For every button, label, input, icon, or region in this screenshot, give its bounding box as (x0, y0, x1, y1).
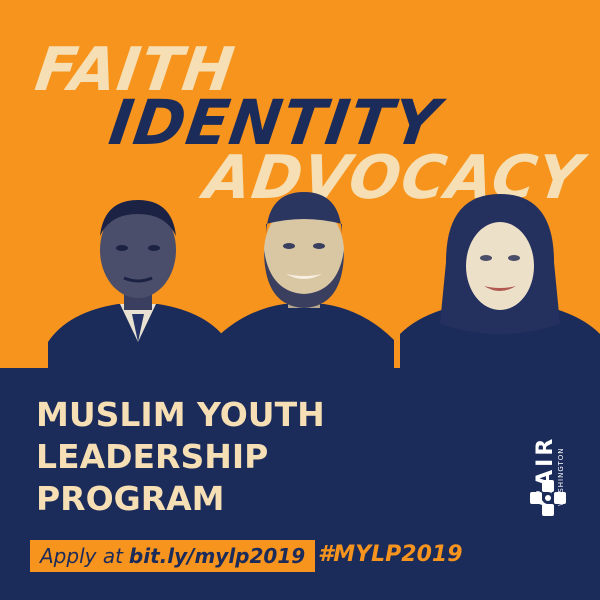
program-title-line3: PROGRAM (36, 479, 225, 518)
portrait-man-kufi (214, 192, 394, 370)
program-banner: MUSLIM YOUTH LEADERSHIP PROGRAM CAIR WAS… (0, 368, 600, 600)
program-title: MUSLIM YOUTH LEADERSHIP PROGRAM (36, 394, 325, 520)
hashtag: #MYLP2019 (318, 542, 463, 567)
apply-link-box[interactable]: Apply at bit.ly/mylp2019 (30, 540, 316, 572)
poster: FAITH IDENTITY ADVOCACY MUSLIM YOUTH LEA… (0, 0, 600, 600)
cair-emblem-icon (530, 480, 566, 516)
apply-url[interactable]: bit.ly/mylp2019 (129, 544, 305, 568)
portrait-woman-hijab (400, 194, 600, 370)
portraits-group (0, 180, 600, 370)
portrait-man-suit (48, 200, 228, 370)
apply-prefix: Apply at (40, 544, 123, 568)
program-title-line2: LEADERSHIP (36, 437, 269, 476)
program-title-line1: MUSLIM YOUTH (36, 395, 325, 434)
